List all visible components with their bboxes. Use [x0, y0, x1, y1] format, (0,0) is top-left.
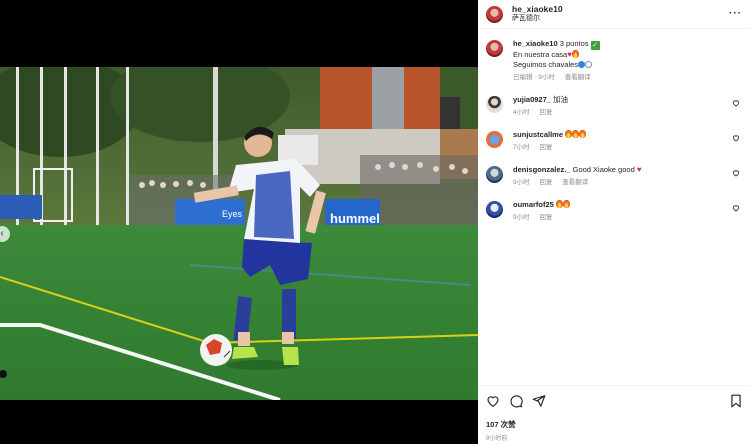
header-location[interactable]: 萨瓦德尔: [512, 14, 563, 24]
heart-icon[interactable]: [732, 204, 740, 212]
checkmark-icon: ✓: [590, 41, 600, 50]
bookmark-icon[interactable]: [730, 394, 742, 408]
flame-icon: [562, 200, 570, 208]
more-icon[interactable]: ···: [729, 8, 742, 19]
reply-link[interactable]: 回复: [539, 144, 552, 151]
flame-icon: [579, 130, 587, 138]
caption-username[interactable]: he_xiaoke10: [513, 39, 558, 48]
flame-icon: [572, 130, 580, 138]
comment-row: denisgonzalez._ Good Xiaoke good ♥ 9小时 回…: [486, 165, 742, 188]
avatar[interactable]: [486, 40, 503, 57]
see-translation-link[interactable]: 查看翻译: [565, 74, 591, 81]
post-side-panel: he_xiaoke10 萨瓦德尔 ··· he_xiaoke10 3 punto…: [478, 0, 750, 444]
comment-row: oumarfof25 9小时 回复: [486, 200, 742, 223]
banner-eyes: Eyes: [222, 209, 243, 219]
instagram-post-window: hummel Eyes ‹ he_xiaoke10 萨瓦德尔 ··· he_xi…: [0, 0, 750, 444]
comment-time: 7小时: [513, 144, 530, 151]
flame-icon: [571, 50, 579, 58]
reply-link[interactable]: 回复: [539, 179, 552, 186]
see-translation-link[interactable]: 查看翻译: [562, 179, 588, 186]
avatar[interactable]: [486, 131, 503, 148]
header-username[interactable]: he_xiaoke10: [512, 4, 563, 14]
post-time: 9小时前: [486, 436, 508, 442]
heart-emoji-icon: ♥: [636, 165, 642, 174]
caption-line2: En nuestra casa: [513, 50, 568, 59]
comments-list: he_xiaoke10 3 puntos ✓ En nuestra casa♥ …: [478, 29, 750, 223]
comment-text: 加油: [553, 95, 569, 104]
caption-line3: Seguimos chavales: [513, 60, 579, 69]
comment-text: Good Xiaoke good: [572, 165, 635, 174]
comment-row: yujia0927_ 加油 4小时 回复: [486, 95, 742, 118]
comment-row: sunjustcallme 7小时 回复: [486, 130, 742, 153]
share-icon[interactable]: [532, 394, 546, 408]
like-heart-icon[interactable]: [486, 394, 500, 408]
comment-icon[interactable]: [509, 394, 523, 408]
avatar[interactable]: [486, 166, 503, 183]
media-area: hummel Eyes ‹: [0, 0, 478, 444]
heart-icon[interactable]: [732, 169, 740, 177]
comment-username[interactable]: oumarfof25: [513, 200, 554, 209]
avatar[interactable]: [486, 96, 503, 113]
blue-circle-icon: [578, 61, 586, 68]
comment-time: 9小时: [513, 179, 530, 186]
comment-username[interactable]: yujia0927_: [513, 95, 551, 104]
caption-text: 3 puntos: [559, 39, 589, 48]
white-circle-icon: [585, 61, 593, 68]
post-header: he_xiaoke10 萨瓦德尔 ···: [478, 0, 750, 29]
flame-icon: [555, 200, 563, 208]
reply-link[interactable]: 回复: [539, 214, 552, 221]
avatar[interactable]: [486, 201, 503, 218]
football-photo: hummel Eyes: [0, 67, 478, 400]
post-photo[interactable]: hummel Eyes: [0, 67, 478, 400]
banner-hummel: hummel: [330, 211, 380, 226]
comment-time: 4小时: [513, 109, 530, 116]
heart-icon[interactable]: [732, 99, 740, 107]
caption-row: he_xiaoke10 3 puntos ✓ En nuestra casa♥ …: [486, 39, 742, 83]
comment-username[interactable]: sunjustcallme: [513, 130, 563, 139]
comment-username[interactable]: denisgonzalez._: [513, 165, 571, 174]
heart-icon[interactable]: [732, 134, 740, 142]
reply-link[interactable]: 回复: [539, 109, 552, 116]
likes-count[interactable]: 107 次赞: [486, 419, 742, 430]
flame-icon: [565, 130, 573, 138]
comment-time: 9小时: [513, 214, 530, 221]
avatar[interactable]: [486, 5, 503, 23]
caption-edited: 已编辑 · 9小时: [513, 74, 555, 81]
post-actions: 107 次赞 9小时前: [478, 385, 750, 444]
